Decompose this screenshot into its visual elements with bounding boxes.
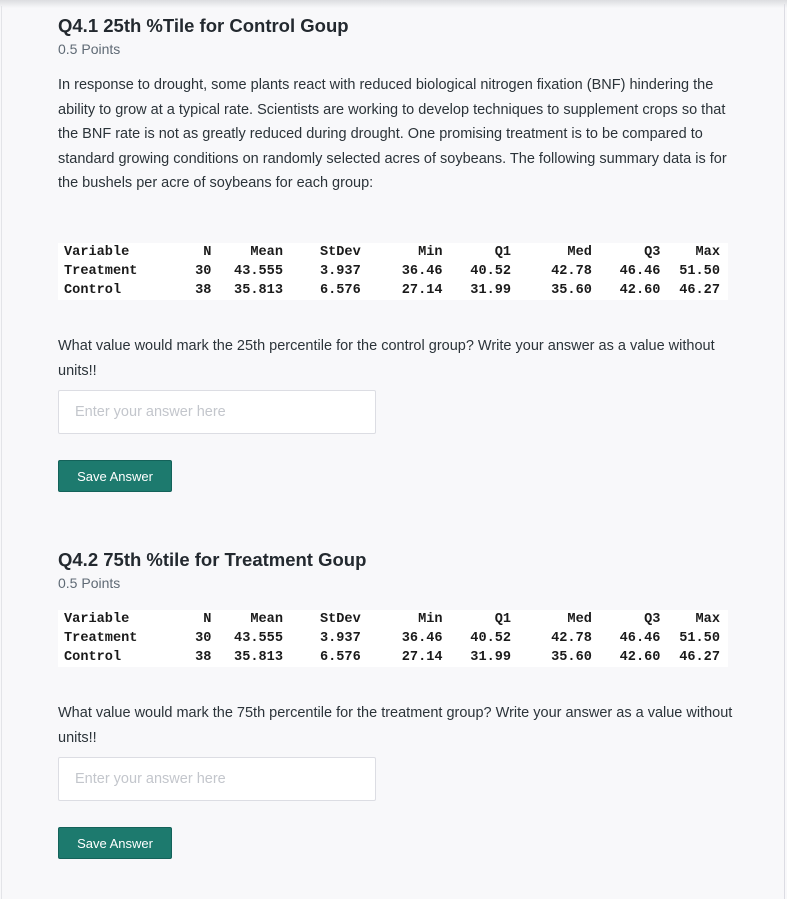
question-4-2-header: Q4.2 75th %tile for Treatment Goup 0.5 P… (58, 549, 738, 592)
summary-table: Variable N Mean StDev Min Q1 Med Q3 Max … (58, 610, 728, 667)
cell-max: 46.27 (679, 650, 720, 665)
cell-q3: 42.60 (619, 283, 661, 298)
question-points: 0.5 Points (58, 41, 121, 57)
header-n: N (203, 245, 212, 260)
save-answer-button[interactable]: Save Answer (58, 460, 172, 492)
header-stdev: StDev (319, 245, 361, 260)
cell-stdev: 3.937 (319, 264, 361, 279)
cell-q3: 46.46 (619, 631, 661, 646)
cell-max: 51.50 (679, 631, 720, 646)
cell-n: 38 (195, 283, 212, 298)
cell-max: 46.27 (679, 283, 720, 298)
cell-q3: 46.46 (619, 264, 661, 279)
question-title-text: 25th %Tile for Control Goup (103, 15, 349, 36)
question-points: 0.5 Points (58, 575, 121, 591)
table-row: Treatment 30 43.555 3.937 36.46 40.52 42… (58, 262, 728, 281)
cell-med: 42.78 (551, 264, 592, 279)
cell-q1: 40.52 (470, 631, 512, 646)
header-q3: Q3 (644, 612, 661, 627)
right-border (784, 4, 785, 899)
cell-min: 36.46 (401, 264, 443, 279)
header-max: Max (695, 245, 720, 260)
cell-min: 27.14 (401, 283, 443, 298)
header-max: Max (695, 612, 720, 627)
cell-max: 51.50 (679, 264, 720, 279)
save-answer-button[interactable]: Save Answer (58, 827, 172, 859)
question-4-1-prompt-wrap: What value would mark the 25th percentil… (58, 334, 738, 383)
summary-table: Variable N Mean StDev Min Q1 Med Q3 Max … (58, 243, 728, 300)
table-row: Control 38 35.813 6.576 27.14 31.99 35.6… (58, 648, 728, 667)
cell-min: 27.14 (401, 650, 443, 665)
cell-mean: 43.555 (234, 264, 283, 279)
left-border (1, 6, 2, 899)
table-row: Control 38 35.813 6.576 27.14 31.99 35.6… (58, 281, 728, 300)
question-4-2-prompt-wrap: What value would mark the 75th percentil… (58, 701, 738, 750)
header-mean: Mean (250, 245, 283, 260)
answer-input[interactable] (58, 390, 376, 434)
question-title-text: 75th %tile for Treatment Goup (103, 549, 367, 570)
cell-n: 30 (195, 264, 212, 279)
header-mean: Mean (250, 612, 283, 627)
cell-q3: 42.60 (619, 650, 661, 665)
question-title: Q4.2 75th %tile for Treatment Goup (58, 549, 738, 571)
cell-min: 36.46 (401, 631, 443, 646)
header-min: Min (418, 612, 443, 627)
question-4-1-header: Q4.1 25th %Tile for Control Goup 0.5 Poi… (58, 15, 738, 58)
cell-variable: Treatment (64, 631, 138, 646)
cell-med: 35.60 (551, 283, 592, 298)
cell-med: 35.60 (551, 650, 592, 665)
table-header-row: Variable N Mean StDev Min Q1 Med Q3 Max (58, 243, 728, 262)
header-q1: Q1 (494, 612, 512, 627)
question-intro: In response to drought, some plants reac… (58, 77, 727, 191)
question-number: Q4.2 (58, 549, 99, 570)
header-variable: Variable (64, 245, 130, 260)
cell-n: 38 (195, 650, 212, 665)
header-min: Min (418, 245, 443, 260)
question-prompt: What value would mark the 25th percentil… (58, 338, 715, 379)
cell-stdev: 6.576 (319, 650, 361, 665)
cell-stdev: 6.576 (319, 283, 361, 298)
question-title: Q4.1 25th %Tile for Control Goup (58, 15, 738, 37)
question-4-1-intro: In response to drought, some plants reac… (58, 73, 738, 196)
header-n: N (203, 612, 212, 627)
top-shadow (0, 0, 787, 8)
cell-n: 30 (195, 631, 212, 646)
question-prompt: What value would mark the 75th percentil… (58, 705, 733, 746)
cell-variable: Treatment (64, 264, 138, 279)
cell-q1: 31.99 (470, 650, 512, 665)
header-med: Med (567, 612, 592, 627)
table-header-row: Variable N Mean StDev Min Q1 Med Q3 Max (58, 610, 728, 629)
cell-variable: Control (64, 283, 122, 298)
cell-variable: Control (64, 650, 122, 665)
cell-q1: 31.99 (470, 283, 512, 298)
cell-mean: 35.813 (234, 283, 283, 298)
cell-stdev: 3.937 (319, 631, 361, 646)
header-med: Med (567, 245, 592, 260)
cell-mean: 43.555 (234, 631, 283, 646)
header-variable: Variable (64, 612, 130, 627)
header-stdev: StDev (319, 612, 361, 627)
header-q1: Q1 (494, 245, 512, 260)
cell-q1: 40.52 (470, 264, 512, 279)
table-row: Treatment 30 43.555 3.937 36.46 40.52 42… (58, 629, 728, 648)
cell-mean: 35.813 (234, 650, 283, 665)
answer-input[interactable] (58, 757, 376, 801)
header-q3: Q3 (644, 245, 661, 260)
cell-med: 42.78 (551, 631, 592, 646)
question-number: Q4.1 (58, 15, 99, 36)
